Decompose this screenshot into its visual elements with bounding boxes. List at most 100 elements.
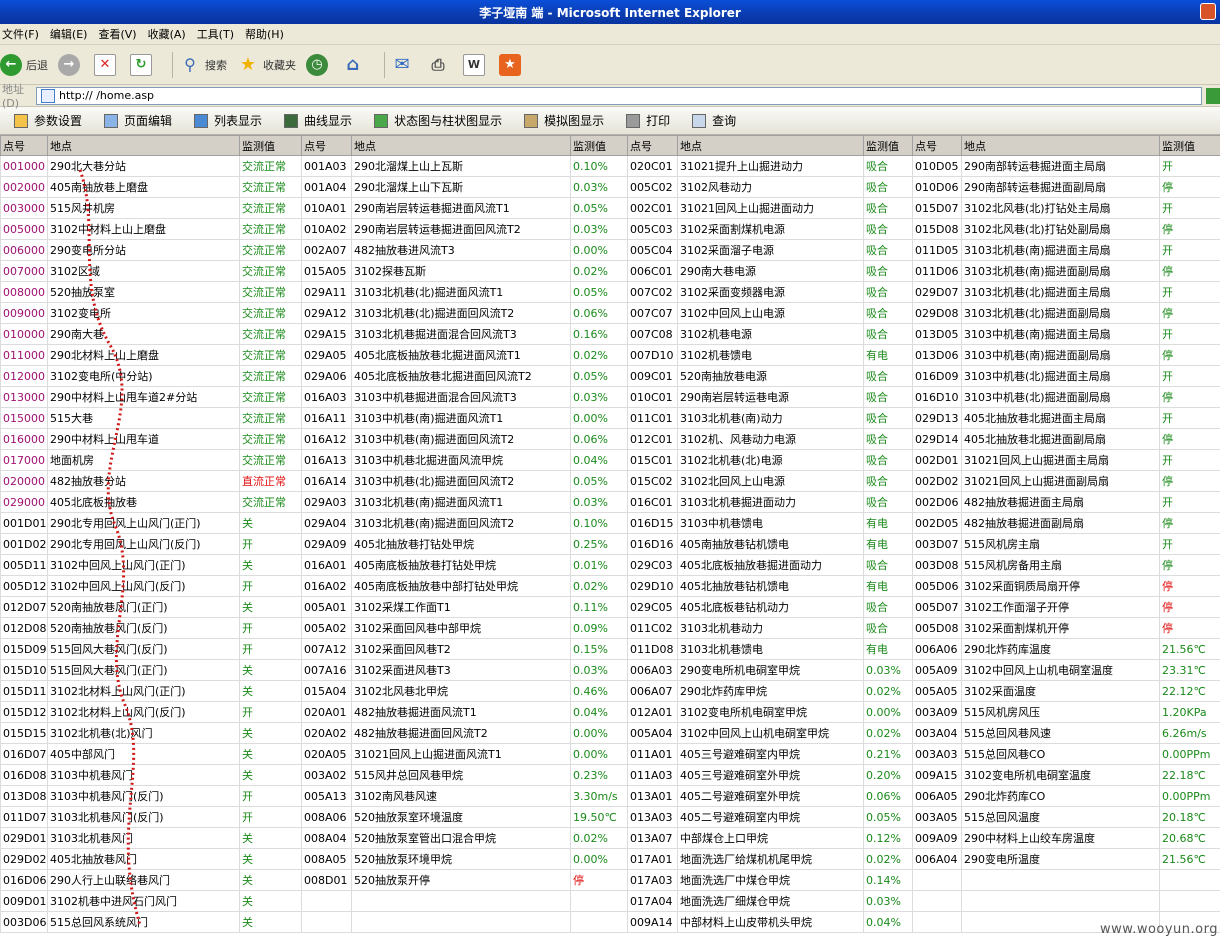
table-row[interactable]: 012D07 520南抽放巷风门(正门) 关 005A01 3102采煤工作面T1 0.1… bbox=[0, 596, 1220, 618]
table-row[interactable]: 008000 520抽放泵室 交流正常 029A11 3103北机巷(北)掘进面风流T1… bbox=[0, 281, 1220, 303]
table-row[interactable]: 011000 290北材料上山上磨盘 交流正常 029A05 405北底板抽放巷北掘进面… bbox=[0, 344, 1220, 366]
menu-file[interactable]: 文件(F) bbox=[0, 26, 48, 42]
table-row[interactable]: 001D02 290北专用回风上山风门(反门) 开 029A09 405北抽放巷打钻处甲… bbox=[0, 533, 1220, 555]
edit-word-button[interactable]: W bbox=[463, 53, 489, 76]
go-icon[interactable] bbox=[1206, 87, 1220, 104]
menu-view[interactable]: 查看(V) bbox=[96, 26, 145, 42]
mail-button[interactable]: ✉ bbox=[391, 54, 417, 76]
close-window-button[interactable] bbox=[1200, 3, 1216, 20]
table-row[interactable]: 015000 515大巷 交流正常 016A11 3103中机巷(南)掘进面风流T1 0.… bbox=[0, 407, 1220, 429]
table-row[interactable]: 005000 3102中材料上山上磨盘 交流正常 010A02 290南岩层转运巷掘进面… bbox=[0, 218, 1220, 240]
value-cell: 1.20KPa bbox=[1159, 701, 1220, 723]
home-button[interactable]: ⌂ bbox=[342, 54, 368, 76]
nav-curve-view[interactable]: 曲线显示 bbox=[284, 112, 352, 129]
addon-button[interactable]: ★ bbox=[499, 53, 525, 76]
table-row[interactable]: 005D11 3102中回风上山风门(正门) 关 016A01 405南底板抽放巷打钻处… bbox=[0, 554, 1220, 576]
location-cell: 3102中回风上山电源 bbox=[677, 302, 864, 324]
menu-help[interactable]: 帮助(H) bbox=[243, 26, 293, 42]
address-input[interactable]: http:// /home.asp bbox=[36, 86, 1202, 105]
header-point-id[interactable]: 点号 bbox=[301, 135, 352, 156]
nav-list-view[interactable]: 列表显示 bbox=[194, 112, 262, 129]
header-value[interactable]: 监测值 bbox=[570, 135, 628, 156]
table-row[interactable]: 016D08 3103中机巷风门关 003A02 515风井总回风巷甲烷 0.23% 01… bbox=[0, 764, 1220, 786]
menu-tools[interactable]: 工具(T) bbox=[195, 26, 243, 42]
table-row[interactable]: 012000 3102变电所(中分站) 交流正常 029A06 405北底板抽放巷北掘进… bbox=[0, 365, 1220, 387]
forward-button[interactable]: → bbox=[58, 53, 84, 76]
location-cell: 405二号避难硐室内甲烷 bbox=[677, 806, 864, 828]
table-row[interactable]: 015D11 3102北材料上山风门(正门) 关 015A04 3102北风巷北甲烷 0.… bbox=[0, 680, 1220, 702]
back-button[interactable]: ← 后退 bbox=[0, 53, 48, 76]
table-row[interactable]: 016D06 290人行上山联络巷风门关 008D01 520抽放泵开停停 017A03… bbox=[0, 869, 1220, 891]
point-id-cell: 007C07 bbox=[627, 302, 678, 324]
table-row[interactable]: 005D12 3102中回风上山风门(反门) 开 016A02 405南底板抽放巷中部打… bbox=[0, 575, 1220, 597]
table-row[interactable]: 016D07 405中部风门关 020A05 31021回风上山掘进面风流T1 0.00… bbox=[0, 743, 1220, 765]
point-id-cell: 005A04 bbox=[627, 722, 678, 744]
nav-simulation-view[interactable]: 模拟图显示 bbox=[524, 112, 604, 129]
value-cell: 吸合 bbox=[863, 302, 913, 324]
menu-favorites[interactable]: 收藏(A) bbox=[146, 26, 195, 42]
point-id-cell: 013D08 bbox=[0, 785, 48, 807]
table-row[interactable]: 012D08 520南抽放巷风门(反门) 开 005A02 3102采面回风巷中部甲烷 0… bbox=[0, 617, 1220, 639]
header-location[interactable]: 地点 bbox=[961, 135, 1160, 156]
location-cell: 290南岩层转运巷掘进面回风流T2 bbox=[351, 218, 571, 240]
header-location[interactable]: 地点 bbox=[677, 135, 864, 156]
header-location[interactable]: 地点 bbox=[351, 135, 571, 156]
print-toolbar-button[interactable]: ⎙ bbox=[427, 54, 453, 76]
header-value[interactable]: 监测值 bbox=[1159, 135, 1220, 156]
header-point-id[interactable]: 点号 bbox=[912, 135, 962, 156]
table-row[interactable]: 029000 405北底板抽放巷 交流正常 029A03 3103北机巷(南)掘进面风流… bbox=[0, 491, 1220, 513]
menu-edit[interactable]: 编辑(E) bbox=[48, 26, 97, 42]
table-row[interactable]: 009D01 3102机巷中进风石门风门关 017A04 地面洗选厂细煤仓甲烷 0.03… bbox=[0, 890, 1220, 912]
table-row[interactable]: 029D02 405北抽放巷风门关 008A05 520抽放泵环境甲烷 0.00% 017… bbox=[0, 848, 1220, 870]
header-value[interactable]: 监测值 bbox=[863, 135, 913, 156]
nav-status-bar-chart[interactable]: 状态图与柱状图显示 bbox=[374, 112, 502, 129]
table-row[interactable]: 002000 405南抽放巷上磨盘 交流正常 001A04 290北溜煤上山下瓦斯 0.0… bbox=[0, 176, 1220, 198]
table-row[interactable]: 029D01 3103北机巷风门关 008A04 520抽放泵室管出口混合甲烷 0.02… bbox=[0, 827, 1220, 849]
location-cell: 3102采面割煤机电源 bbox=[677, 218, 864, 240]
point-id-cell bbox=[301, 890, 352, 912]
nav-param-settings[interactable]: 参数设置 bbox=[14, 112, 82, 129]
table-row[interactable]: 020000 482抽放巷分站 直流正常 016A14 3103中机巷(北)掘进面回风流… bbox=[0, 470, 1220, 492]
location-cell: 405北底板抽放巷掘进面动力 bbox=[677, 554, 864, 576]
table-row[interactable]: 015D10 515回风大巷风门(正门) 关 007A16 3102采面进风巷T3 0.0… bbox=[0, 659, 1220, 681]
header-point-id[interactable]: 点号 bbox=[627, 135, 678, 156]
value-cell: 吸合 bbox=[863, 197, 913, 219]
value-cell: 0.02% bbox=[570, 827, 628, 849]
search-button[interactable]: ⚲ 搜索 bbox=[179, 54, 227, 76]
table-row[interactable]: 003D06 515总回风系统风门关 009A14 中部材料上山皮带机头甲烷 0.04% bbox=[0, 911, 1220, 933]
nav-page-edit[interactable]: 页面编辑 bbox=[104, 112, 172, 129]
table-row[interactable]: 009000 3102变电所 交流正常 029A12 3103北机巷(北)掘进面回风流T… bbox=[0, 302, 1220, 324]
point-id-cell: 005A09 bbox=[912, 659, 962, 681]
table-row[interactable]: 015D15 3102北机巷(北)风门关 020A02 482抽放巷掘进面回风流T2 0… bbox=[0, 722, 1220, 744]
table-row[interactable]: 001000 290北大巷分站 交流正常 001A03 290北溜煤上山上瓦斯 0.10%… bbox=[0, 155, 1220, 177]
table-row[interactable]: 017000 地面机房 交流正常 016A13 3103中机巷北掘进面风流甲烷 0.04%… bbox=[0, 449, 1220, 471]
header-point-id[interactable]: 点号 bbox=[0, 135, 48, 156]
favorites-label: 收藏夹 bbox=[263, 58, 296, 72]
value-cell: 关 bbox=[239, 659, 302, 681]
value-cell: 0.05% bbox=[570, 365, 628, 387]
point-id-cell: 015D09 bbox=[0, 638, 48, 660]
table-row[interactable]: 015D12 3102北材料上山风门(反门) 开 020A01 482抽放巷掘进面风流T… bbox=[0, 701, 1220, 723]
table-row[interactable]: 013000 290中材料上山甩车道2#分站 交流正常 016A03 3103中机巷掘进… bbox=[0, 386, 1220, 408]
point-id-cell: 015000 bbox=[0, 407, 48, 429]
table-row[interactable]: 015D09 515回风大巷风门(反门) 开 007A12 3102采面回风巷T2 0.1… bbox=[0, 638, 1220, 660]
table-row[interactable]: 016000 290中材料上山甩车道 交流正常 016A12 3103中机巷(南)掘进面… bbox=[0, 428, 1220, 450]
history-button[interactable]: ◷ bbox=[306, 53, 332, 76]
favorites-button[interactable]: ★ 收藏夹 bbox=[237, 54, 296, 76]
header-value[interactable]: 监测值 bbox=[239, 135, 302, 156]
stop-button[interactable]: ✕ bbox=[94, 53, 120, 76]
table-row[interactable]: 011D07 3103北机巷风门(反门) 开 008A06 520抽放泵室环境温度 19.… bbox=[0, 806, 1220, 828]
table-row[interactable]: 006000 290变电所分站 交流正常 002A07 482抽放巷进风流T3 0.00%… bbox=[0, 239, 1220, 261]
table-row[interactable]: 007000 3102区域 交流正常 015A05 3102探巷瓦斯 0.02% 006C0… bbox=[0, 260, 1220, 282]
value-cell: 开 bbox=[239, 806, 302, 828]
location-cell: 3103中机巷(南)掘进面回风流T2 bbox=[351, 428, 571, 450]
table-row[interactable]: 003000 515风井机房 交流正常 010A01 290南岩层转运巷掘进面风流T1 0… bbox=[0, 197, 1220, 219]
nav-print[interactable]: 打印 bbox=[626, 112, 670, 129]
table-row[interactable]: 013D08 3103中机巷风门(反门) 开 005A13 3102南风巷风速 3.30m… bbox=[0, 785, 1220, 807]
table-row[interactable]: 001D01 290北专用回风上山风门(正门) 关 029A04 3103北机巷(南)掘… bbox=[0, 512, 1220, 534]
refresh-button[interactable]: ↻ bbox=[130, 53, 156, 76]
nav-query[interactable]: 查询 bbox=[692, 112, 736, 129]
table-row[interactable]: 010000 290南大巷 交流正常 029A15 3103北机巷掘进面混合回风流T3 0… bbox=[0, 323, 1220, 345]
header-location[interactable]: 地点 bbox=[47, 135, 240, 156]
point-id-cell: 020A05 bbox=[301, 743, 352, 765]
